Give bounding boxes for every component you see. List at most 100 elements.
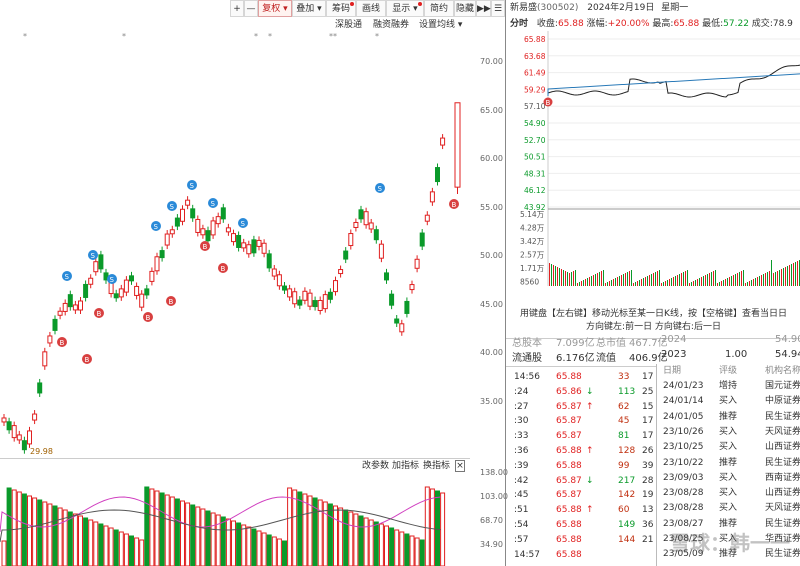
volume-bar: [47, 503, 53, 566]
event-star-icon[interactable]: *: [375, 32, 379, 41]
tick-row[interactable]: :24 65.86 ↓ 113 25: [506, 385, 656, 399]
rating-grade: 买入: [719, 503, 738, 514]
hk-connect-link[interactable]: 深股通: [335, 18, 362, 32]
rating-row[interactable]: 24/01/05 推荐 民生证券: [657, 410, 800, 425]
intraday-volume-bar: [747, 282, 748, 286]
tick-row[interactable]: 14:56 65.88 33 17: [506, 370, 656, 384]
rating-row[interactable]: 23/10/26 买入 天风证券: [657, 425, 800, 440]
rating-row[interactable]: 23/09/03 买入 西南证券: [657, 471, 800, 486]
intraday-chart[interactable]: 65.88 63.68 61.49 59.29 57.10 54.90 52.70 50.51…: [506, 31, 800, 291]
tick-row[interactable]: :36 65.88 ↑ 128 26: [506, 444, 656, 458]
edit-params-button[interactable]: 改参数: [362, 459, 389, 473]
candle-body: [378, 243, 384, 259]
price-axis: 70.00 65.00 60.00 55.00 50.00 45.00 40.00 35.00: [470, 42, 505, 457]
fast-forward-icon[interactable]: ▶▶: [476, 0, 491, 17]
tick-row[interactable]: :57 65.88 144 21: [506, 533, 656, 547]
tick-time: :30: [514, 416, 529, 427]
rating-row[interactable]: 23/08/28 买入 山西证券: [657, 486, 800, 501]
intraday-volume-bar: [711, 272, 712, 286]
tick-row[interactable]: :54 65.88 149 36: [506, 518, 656, 532]
year-2023-value: 1.00: [725, 349, 748, 360]
rating-row[interactable]: 23/08/28 买入 天风证券: [657, 501, 800, 516]
candle-body: [11, 425, 17, 439]
fuquan-dropdown[interactable]: 复权 ▾: [258, 0, 292, 17]
tick-row[interactable]: 14:57 65.88: [506, 548, 656, 562]
volume-bar: [363, 517, 369, 566]
intraday-volume-bar: [555, 266, 556, 286]
intraday-volume-bar: [633, 283, 634, 286]
rating-row[interactable]: 23/10/22 推荐 民生证券: [657, 456, 800, 471]
tick-price: 65.87: [556, 416, 582, 427]
rating-row[interactable]: 24/01/14 买入 中原证券: [657, 394, 800, 409]
event-star-icon[interactable]: *: [122, 32, 126, 41]
intraday-volume-bar: [595, 274, 596, 286]
ratings-header-cell: 评级: [719, 366, 738, 376]
tick-price: 65.88: [556, 446, 582, 456]
candle-body: [169, 229, 175, 235]
zoom-in-button[interactable]: +: [230, 0, 244, 17]
volume-bar: [83, 517, 89, 566]
event-star-icon[interactable]: **: [329, 32, 337, 41]
tick-time: :57: [514, 534, 529, 545]
zoom-out-button[interactable]: —: [244, 0, 258, 17]
tick-row[interactable]: :30 65.87 45 17: [506, 414, 656, 428]
tick-row[interactable]: :27 65.87 ↑ 62 15: [506, 400, 656, 414]
candle-body: [37, 382, 43, 394]
candle-body: [368, 222, 374, 230]
candle-body: [333, 280, 338, 293]
close-icon[interactable]: ×: [455, 460, 465, 472]
simple-button[interactable]: 简约: [424, 0, 454, 17]
event-star-icon[interactable]: *: [268, 32, 272, 41]
buy-signal-icon: B: [94, 308, 104, 318]
notification-dot: [350, 2, 354, 6]
draw-line-button[interactable]: 画线: [356, 0, 386, 17]
volume-bar: [241, 524, 247, 566]
candle-body: [159, 250, 165, 259]
float-shares-label: 流通股: [512, 353, 542, 364]
turnover-value: 78.9: [772, 19, 793, 29]
tick-volume: 33: [618, 372, 630, 382]
intraday-volume-bar: [667, 280, 668, 286]
volume-bar: [378, 523, 384, 566]
intraday-volume-bar: [733, 275, 734, 286]
intraday-price-tick: 46.12: [524, 186, 546, 195]
candlestick-chart[interactable]: 29.98 S S S S S S S S S B B B B B B B B: [0, 42, 470, 457]
tick-row[interactable]: :51 65.88 ↑ 60 13: [506, 503, 656, 517]
ma-settings-link[interactable]: 设置均线 ▾: [419, 18, 462, 32]
menu-icon[interactable]: ☰: [491, 0, 505, 17]
volume-bar: [144, 486, 150, 566]
add-indicator-button[interactable]: 加指标: [392, 459, 419, 473]
switch-indicator-button[interactable]: 换指标: [423, 459, 450, 473]
tick-row[interactable]: :45 65.87 142 19: [506, 488, 656, 502]
intraday-volume-bar: [579, 282, 580, 286]
volume-bar: [225, 518, 231, 566]
intraday-volume-bar: [767, 272, 768, 286]
hide-button[interactable]: 隐藏: [454, 0, 476, 17]
tick-row[interactable]: :42 65.87 ↓ 217 28: [506, 474, 656, 488]
volume-chart[interactable]: [0, 472, 470, 566]
intraday-volume-bar: [659, 270, 660, 286]
tab-intraday[interactable]: 分时: [510, 19, 528, 29]
volume-bar: [11, 489, 17, 566]
volume-bar: [118, 531, 124, 566]
volume-bar: [333, 505, 338, 566]
volume-bar: [231, 520, 236, 566]
tick-row[interactable]: :39 65.88 99 39: [506, 459, 656, 473]
rating-row[interactable]: 23/10/25 买入 山西证券: [657, 440, 800, 455]
event-star-icon[interactable]: *: [254, 32, 258, 41]
tick-list[interactable]: 14:56 65.88 33 17:24 65.86 ↓ 113 25:27 65.87 ↑ 62 1…: [506, 366, 656, 566]
intraday-volume-bar: [705, 275, 706, 286]
display-dropdown[interactable]: 显示 ▾: [386, 0, 424, 17]
overlay-dropdown[interactable]: 叠加 ▾: [292, 0, 326, 17]
tick-row[interactable]: :33 65.87 81 17: [506, 429, 656, 443]
candle-body: [454, 102, 461, 188]
volume-bar: [440, 492, 446, 566]
buy-signal-icon: B: [143, 312, 153, 322]
sell-signal-letter: S: [170, 203, 175, 211]
stock-name: 新易盛: [510, 3, 538, 13]
event-star-icon[interactable]: *: [23, 32, 27, 41]
candle-body: [307, 292, 313, 307]
chips-button[interactable]: 筹码: [326, 0, 356, 17]
margin-trading-link[interactable]: 融资融券: [373, 18, 409, 32]
rating-row[interactable]: 24/01/23 增持 国元证券: [657, 379, 800, 394]
